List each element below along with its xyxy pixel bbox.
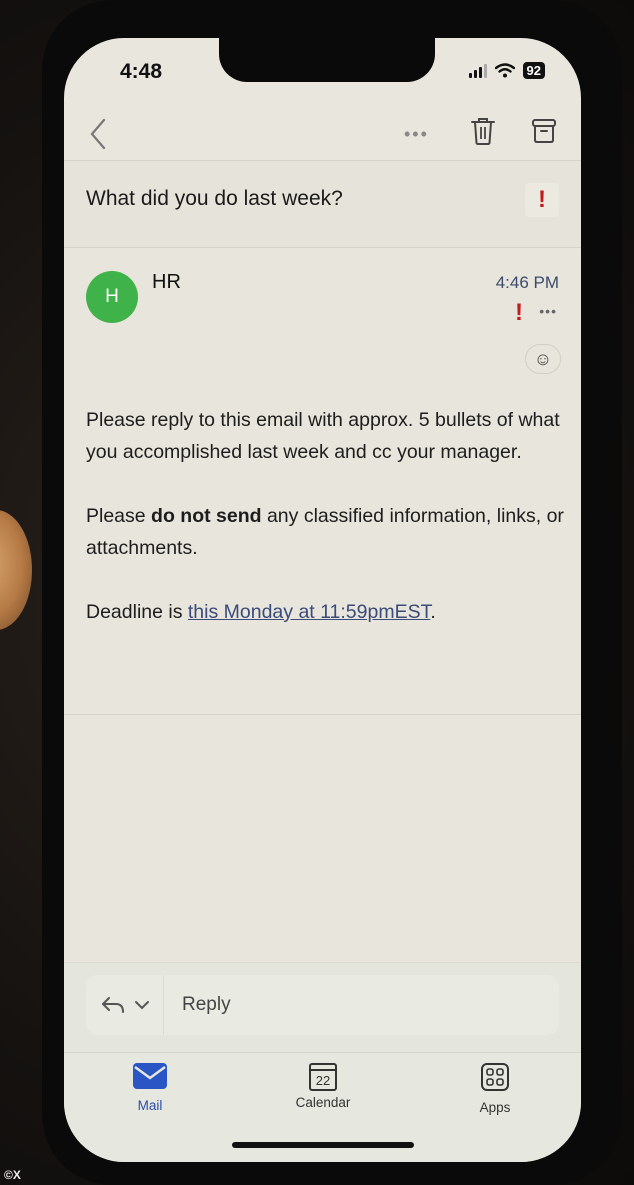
toolbar: •••	[64, 108, 581, 160]
body-paragraph-2: Please do not send any classified inform…	[86, 500, 566, 564]
importance-flag-icon[interactable]: !	[525, 183, 559, 217]
email-time: 4:46 PM	[495, 273, 559, 292]
back-button[interactable]	[86, 116, 110, 152]
notch	[219, 38, 435, 82]
subject-bar: What did you do last week? !	[64, 160, 581, 248]
sender-name[interactable]: HR	[152, 271, 181, 294]
message-more-button[interactable]: •••	[539, 303, 557, 319]
reply-bar[interactable]: Reply	[86, 975, 559, 1035]
tab-apps-label: Apps	[479, 1100, 511, 1115]
delete-button[interactable]	[470, 116, 496, 151]
email-subject: What did you do last week?	[86, 187, 343, 210]
battery-indicator: 92	[522, 62, 545, 79]
tab-mail[interactable]: Mail	[100, 1063, 200, 1113]
reply-arrow-icon	[101, 997, 124, 1013]
tab-calendar-label: Calendar	[295, 1095, 351, 1110]
chevron-left-icon	[90, 118, 106, 150]
home-indicator[interactable]	[232, 1142, 414, 1148]
trash-icon	[471, 118, 495, 145]
reply-area: Reply	[64, 962, 581, 1052]
tab-mail-label: Mail	[137, 1098, 163, 1113]
sender-avatar[interactable]: H	[86, 271, 138, 323]
deadline-link[interactable]: this Monday at 11:59pmEST	[188, 601, 430, 623]
apps-icon	[481, 1063, 509, 1091]
phone-screen: 4:48 92 ••• What did you do last week? !…	[64, 38, 581, 1162]
body-text: .	[430, 601, 436, 623]
email-message: H HR 4:46 PM ! ••• ☺ Please reply to thi…	[64, 249, 581, 715]
tab-calendar[interactable]: 22 Calendar	[273, 1063, 373, 1110]
empty-area	[64, 716, 581, 966]
signal-icon	[468, 63, 487, 78]
chevron-down-icon	[134, 1001, 149, 1010]
body-text: Deadline is	[86, 601, 188, 623]
body-bold-text: do not send	[151, 505, 262, 527]
reply-options-button[interactable]	[86, 975, 164, 1035]
body-text: Please	[86, 505, 152, 527]
reply-input[interactable]: Reply	[182, 994, 231, 1016]
archive-icon	[532, 119, 556, 143]
finger	[0, 510, 32, 630]
calendar-icon: 22	[309, 1063, 337, 1091]
status-icons: 92	[468, 62, 545, 79]
tab-apps[interactable]: Apps	[445, 1063, 545, 1115]
mail-icon	[133, 1063, 167, 1089]
body-paragraph-1: Please reply to this email with approx. …	[86, 409, 560, 463]
smiley-icon: ☺	[533, 348, 553, 369]
body-paragraph-3: Deadline is this Monday at 11:59pmEST.	[86, 596, 566, 628]
status-time: 4:48	[120, 60, 163, 83]
calendar-date: 22	[315, 1073, 331, 1088]
reaction-button[interactable]: ☺	[525, 344, 561, 374]
email-body: Please reply to this email with approx. …	[86, 404, 566, 660]
more-options-button[interactable]: •••	[404, 124, 429, 145]
archive-button[interactable]	[531, 118, 557, 149]
watermark: ©X	[4, 1168, 21, 1182]
wifi-icon	[494, 63, 515, 78]
high-importance-icon: !	[515, 299, 523, 326]
